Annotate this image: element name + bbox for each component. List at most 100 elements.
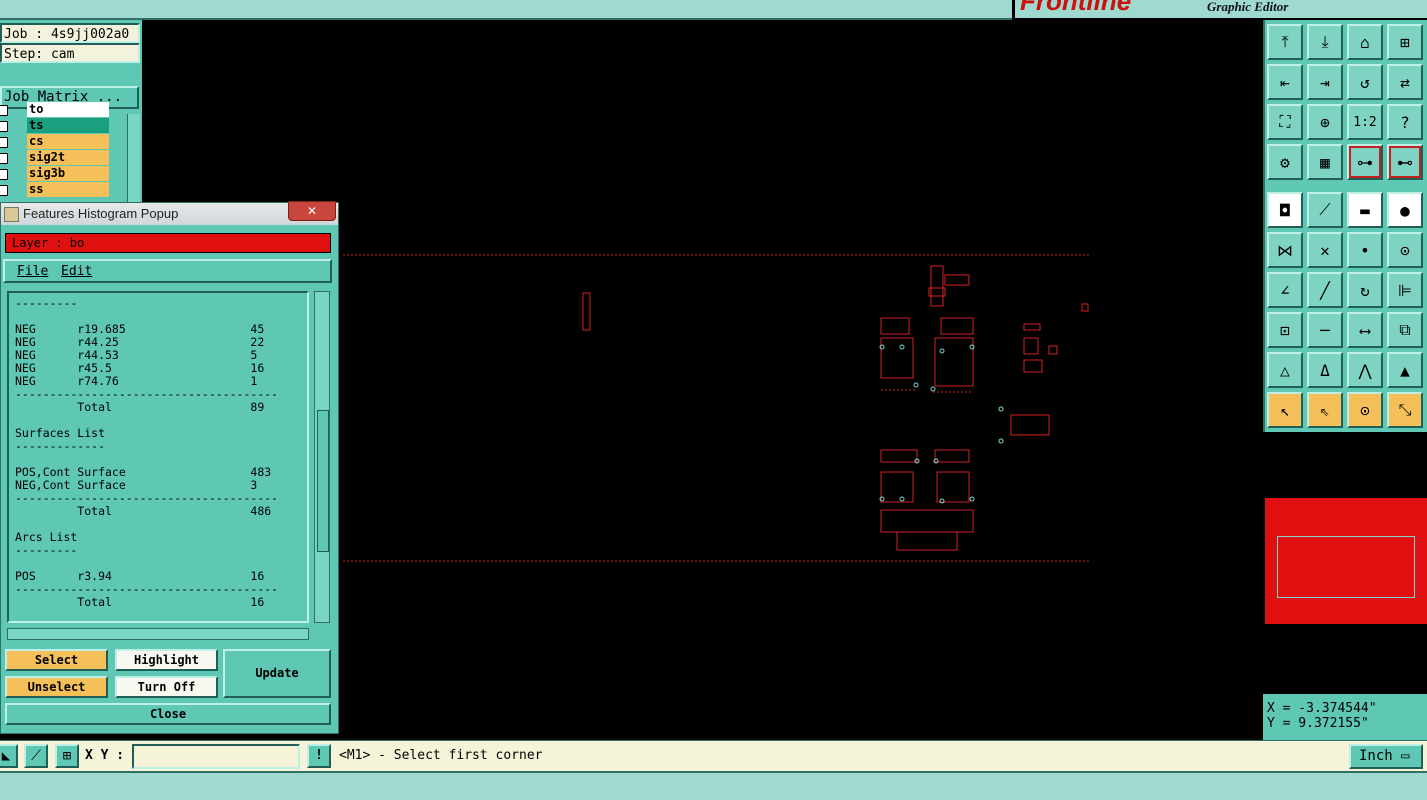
line-draw-icon[interactable]: ⟋ — [1307, 192, 1343, 228]
layer-checkbox[interactable] — [0, 105, 8, 116]
triangle-1-icon[interactable]: △ — [1267, 352, 1303, 388]
layer-name[interactable]: sig2t — [27, 150, 109, 165]
unit-selector[interactable]: Inch ▭ — [1349, 744, 1423, 769]
report-horizontal-scrollbar[interactable] — [7, 628, 309, 640]
snap-icon[interactable]: ◣ — [0, 744, 18, 768]
select-drag-icon[interactable]: ⤡ — [1387, 392, 1423, 428]
help-icon[interactable]: ? — [1387, 104, 1423, 140]
vertical-scroll-thumb[interactable] — [317, 410, 329, 552]
layer-row[interactable]: cs — [0, 134, 112, 149]
component-bottom-cluster — [880, 449, 974, 551]
snap-red-icon[interactable]: ⊶ — [1347, 144, 1383, 180]
triangle-3-icon[interactable]: ⋀ — [1347, 352, 1383, 388]
report-line: --------- — [15, 543, 78, 557]
menu-file[interactable]: File — [17, 264, 48, 279]
ruler-icon[interactable]: ▬ — [1347, 192, 1383, 228]
job-panel: Job : 4s9jj002a0 Step: cam Job Matrix ..… — [0, 20, 142, 202]
select-pointer-icon[interactable]: ⇖ — [1307, 392, 1343, 428]
update-button[interactable]: Update — [223, 649, 331, 698]
menu-edit[interactable]: Edit — [61, 264, 92, 279]
layer-checkbox[interactable] — [0, 185, 8, 196]
popup-titlebar[interactable]: Features Histogram Popup ✕ — [1, 201, 338, 225]
pcb-drawing — [343, 254, 1089, 562]
home-icon[interactable]: ⌂ — [1347, 24, 1383, 60]
connect-icon[interactable]: ⋈ — [1267, 232, 1303, 268]
y-coordinate: Y = 9.372155" — [1267, 716, 1369, 731]
zoom-window-icon[interactable]: ⊞ — [1387, 24, 1423, 60]
layer-name[interactable]: to — [27, 102, 109, 117]
close-button[interactable]: Close — [5, 703, 331, 725]
slash-icon[interactable]: ╱ — [1307, 272, 1343, 308]
layer-row[interactable]: to — [0, 102, 112, 117]
layer-name[interactable]: cs — [27, 134, 109, 149]
save-layer-icon[interactable]: ⤓ — [1307, 24, 1343, 60]
graphic-canvas[interactable] — [341, 20, 1263, 740]
layer-checkbox[interactable] — [0, 153, 8, 164]
layer-row[interactable]: sig3b — [0, 166, 112, 181]
node-add-icon[interactable]: ⊙ — [1387, 232, 1423, 268]
node-icon[interactable]: • — [1347, 232, 1383, 268]
small-pad — [1081, 303, 1089, 312]
select-button[interactable]: Select — [5, 649, 108, 671]
step-field: Step: cam — [0, 43, 140, 63]
one-to-two-icon[interactable]: 1:2 — [1347, 104, 1383, 140]
triangle-2-icon[interactable]: Δ — [1307, 352, 1343, 388]
editor-title: Graphic Editor — [1207, 0, 1289, 14]
load-layer-icon[interactable]: ⤒ — [1267, 24, 1303, 60]
rotate-icon[interactable]: ↺ — [1347, 64, 1383, 100]
pad-icon[interactable]: ◘ — [1267, 192, 1303, 228]
angle-icon[interactable]: ∠ — [1267, 272, 1303, 308]
grid-icon[interactable]: ▦ — [1307, 144, 1343, 180]
arc-icon[interactable]: ↻ — [1347, 272, 1383, 308]
angle-snap-icon[interactable]: ⟋ — [24, 744, 48, 768]
measure-icon[interactable]: ⟷ — [1347, 312, 1383, 348]
layer-name[interactable]: ss — [27, 182, 109, 197]
layer-list-scrollbar[interactable] — [127, 114, 140, 202]
job-name-field: Job : 4s9jj002a0 — [0, 23, 140, 43]
settings-icon[interactable]: ⚙ — [1267, 144, 1303, 180]
right-toolbar: ⤒ ⤓ ⌂ ⊞ ⇤ ⇥ ↺ ⇄ ⛶ ⊕ 1:2? ⚙ ▦ ⊶ ⊷ ◘ ⟋ ▬ ● ⋈ ✕ • ⊙ ∠ ╱ ↻ ⊫ ⊡ ─ ⟷ ⧉ △ Δ ⋀ ▲ ↖ ⇖… — [1263, 20, 1427, 432]
align-icon[interactable]: ⊫ — [1387, 272, 1423, 308]
cross-icon[interactable]: ✕ — [1307, 232, 1343, 268]
component-top-cluster — [880, 265, 974, 393]
histogram-report[interactable]: --------- NEG r19.685 45 NEG r44.25 22 NEG … — [7, 291, 309, 623]
layer-name[interactable]: ts — [27, 118, 109, 133]
layer-name[interactable]: sig3b — [27, 166, 109, 181]
xy-label: X Y : — [85, 748, 125, 763]
circle-fill-icon[interactable]: ● — [1387, 192, 1423, 228]
pointer-icon[interactable]: ↖ — [1267, 392, 1303, 428]
status-bar: ◣ ⟋ ⊞ X Y : ! <M1> - Select first corner… — [0, 740, 1427, 771]
triangle-4-icon[interactable]: ▲ — [1387, 352, 1423, 388]
turn-off-button[interactable]: Turn Off — [115, 676, 218, 698]
select-circle-icon[interactable]: ⊙ — [1347, 392, 1383, 428]
layer-row[interactable]: ss — [0, 182, 112, 197]
component-right-cluster — [1010, 323, 1058, 436]
zoom-fit-icon[interactable]: ⛶ — [1267, 104, 1303, 140]
layer-checkbox[interactable] — [0, 137, 8, 148]
xy-input[interactable] — [132, 744, 300, 769]
mirror-icon[interactable]: ⇄ — [1387, 64, 1423, 100]
execute-button[interactable]: ! — [307, 744, 331, 768]
report-line: --------- — [15, 296, 78, 310]
snap-active-icon[interactable]: ⊷ — [1387, 144, 1423, 180]
layer-checkbox[interactable] — [0, 121, 8, 132]
minus-icon[interactable]: ─ — [1307, 312, 1343, 348]
report-line: Total 16 — [15, 595, 265, 609]
unselect-button[interactable]: Unselect — [5, 676, 108, 698]
pan-left-icon[interactable]: ⇤ — [1267, 64, 1303, 100]
report-vertical-scrollbar[interactable] — [314, 291, 330, 623]
frontline-logo: Frontline — [1020, 0, 1132, 16]
pan-right-icon[interactable]: ⇥ — [1307, 64, 1343, 100]
report-line: ------------- — [15, 439, 106, 453]
group-icon[interactable]: ⧉ — [1387, 312, 1423, 348]
overview-viewport[interactable] — [1277, 536, 1415, 598]
move-node-icon[interactable]: ⊡ — [1267, 312, 1303, 348]
layer-row[interactable]: sig2t — [0, 150, 112, 165]
zoom-center-icon[interactable]: ⊕ — [1307, 104, 1343, 140]
overview-map[interactable] — [1263, 432, 1427, 694]
layer-checkbox[interactable] — [0, 169, 8, 180]
close-icon[interactable]: ✕ — [288, 201, 336, 221]
grid-snap-icon[interactable]: ⊞ — [55, 744, 79, 768]
layer-row[interactable]: ts — [0, 118, 112, 133]
highlight-button[interactable]: Highlight — [115, 649, 218, 671]
